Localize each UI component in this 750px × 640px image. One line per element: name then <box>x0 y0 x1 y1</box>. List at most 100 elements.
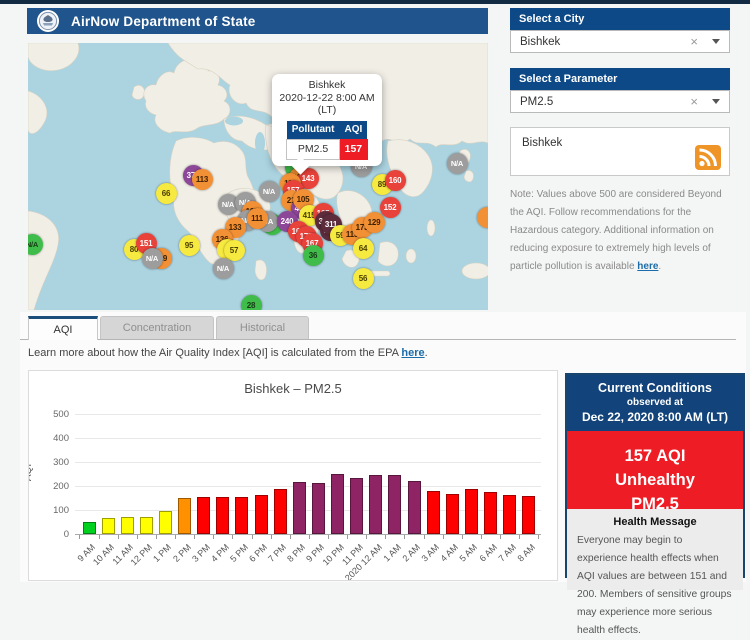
axis-tick <box>175 535 176 539</box>
axis-tick <box>462 535 463 539</box>
chart-bar-8-AM[interactable] <box>522 496 535 534</box>
chart-bar-6-PM[interactable] <box>255 495 268 534</box>
chart-bar-8-PM[interactable] <box>293 482 306 534</box>
tab-concentration[interactable]: Concentration <box>100 316 214 339</box>
axis-tick <box>271 535 272 539</box>
conditions-title: Current Conditions <box>569 381 741 395</box>
gridline <box>75 414 541 415</box>
aqi-marker-NA[interactable]: N/A <box>447 153 468 174</box>
select-city-header: Select a City <box>510 8 730 30</box>
chart-bar-Dec-22-2020-12-AM[interactable] <box>369 475 382 534</box>
chart-bar-2-PM[interactable] <box>178 498 191 534</box>
tab-aqi[interactable]: AQI <box>28 316 98 340</box>
chart-bar-3-AM[interactable] <box>427 491 440 534</box>
axis-tick <box>118 535 119 539</box>
aqi-marker-152[interactable]: 152 <box>380 197 401 218</box>
feed-box: Bishkek <box>510 127 730 176</box>
aqi-marker-95[interactable]: 95 <box>179 235 200 256</box>
conditions-header: Current Conditions observed at Dec 22, 2… <box>567 375 743 431</box>
parameter-select-value: PM2.5 <box>520 96 690 108</box>
rss-icon[interactable] <box>695 145 721 170</box>
chart-container: Bishkek – PM2.5 AQI 01002003004005009 AM… <box>28 370 558 581</box>
chart-bar-5-AM[interactable] <box>465 489 478 534</box>
popup-datetime: 2020-12-22 8:00 AM <box>274 92 380 105</box>
chart-bar-10-AM[interactable] <box>102 518 115 534</box>
axis-tick <box>290 535 291 539</box>
city-select-value: Bishkek <box>520 36 690 48</box>
health-message-text: Everyone may begin to experience health … <box>567 528 743 640</box>
chart-bar-7-PM[interactable] <box>274 489 287 534</box>
chart-bar-2-AM[interactable] <box>408 481 421 534</box>
chart-bar-6-AM[interactable] <box>484 492 497 534</box>
chart-bar-12-PM[interactable] <box>140 517 153 534</box>
chart-bar-1-AM[interactable] <box>388 475 401 534</box>
aqi-marker-160[interactable]: 160 <box>385 170 406 191</box>
y-tick-label: 400 <box>41 433 69 444</box>
conditions-aqi-block: 157 AQI Unhealthy PM2.5 <box>567 431 743 509</box>
axis-tick <box>404 535 405 539</box>
chart-bar-5-PM[interactable] <box>235 497 248 534</box>
note-here-link[interactable]: here <box>637 261 658 272</box>
aqi-marker-56[interactable]: 56 <box>353 268 374 289</box>
city-clear-icon[interactable]: × <box>690 34 698 49</box>
aqi-marker-28[interactable]: 28 <box>241 295 262 311</box>
axis-tick <box>443 535 444 539</box>
popup-pollutant-header: Pollutant <box>287 121 340 140</box>
popup-timezone: (LT) <box>274 104 380 117</box>
axis-tick <box>366 535 367 539</box>
popup-aqi-header: AQI <box>340 121 368 140</box>
y-tick-label: 0 <box>41 529 69 540</box>
chart-bar-10-PM[interactable] <box>331 474 344 534</box>
learn-more-here-link[interactable]: here <box>401 347 424 359</box>
aqi-marker-NA[interactable]: N/A <box>259 181 280 202</box>
chart-bar-11-AM[interactable] <box>121 517 134 534</box>
parameter-chevron-down-icon[interactable] <box>712 99 720 104</box>
aqi-marker-NA[interactable]: N/A <box>142 248 163 269</box>
aqi-marker-113[interactable]: 113 <box>192 169 213 190</box>
axis-tick <box>252 535 253 539</box>
axis-tick <box>79 535 80 539</box>
parameter-clear-icon[interactable]: × <box>690 94 698 109</box>
chart-bar-7-AM[interactable] <box>503 495 516 534</box>
axis-tick <box>424 535 425 539</box>
axis-tick <box>538 535 539 539</box>
chart-bar-9-AM[interactable] <box>83 522 96 534</box>
chart-bar-3-PM[interactable] <box>197 497 210 534</box>
gridline <box>75 462 541 463</box>
aqi-marker[interactable] <box>477 207 489 228</box>
chart-bar-11-PM[interactable] <box>350 478 363 534</box>
chart-bar-1-PM[interactable] <box>159 511 172 534</box>
axis-tick <box>232 535 233 539</box>
y-tick-label: 100 <box>41 505 69 516</box>
axis-tick <box>137 535 138 539</box>
axis-tick <box>481 535 482 539</box>
learn-more-text: Learn more about how the Air Quality Ind… <box>28 347 428 359</box>
axis-tick <box>194 535 195 539</box>
y-tick-label: 300 <box>41 457 69 468</box>
chart-bar-4-AM[interactable] <box>446 494 459 534</box>
chart-bar-9-PM[interactable] <box>312 483 325 534</box>
aqi-marker-57[interactable]: 57 <box>224 240 245 261</box>
axis-tick <box>347 535 348 539</box>
aqi-marker-111[interactable]: 111 <box>247 208 268 229</box>
parameter-select[interactable]: PM2.5 × <box>510 90 730 113</box>
chart-bar-4-PM[interactable] <box>216 497 229 534</box>
conditions-datetime: Dec 22, 2020 8:00 AM (LT) <box>569 410 741 424</box>
axis-tick <box>500 535 501 539</box>
aqi-marker-NA[interactable]: N/A <box>28 234 43 255</box>
map-canvas[interactable]: N/A66371113N/AN/A127N/AN/A11113313657N/A… <box>28 43 488 310</box>
tab-historical[interactable]: Historical <box>216 316 309 339</box>
aqi-marker-64[interactable]: 64 <box>353 238 374 259</box>
app-header: AirNow Department of State <box>27 8 488 34</box>
aqi-marker-66[interactable]: 66 <box>156 183 177 204</box>
aqi-marker-129[interactable]: 129 <box>364 212 385 233</box>
health-message-block: Health Message Everyone may begin to exp… <box>567 509 743 590</box>
aqi-marker-NA[interactable]: N/A <box>213 258 234 279</box>
aqi-marker-36[interactable]: 36 <box>303 245 324 266</box>
y-tick-label: 500 <box>41 409 69 420</box>
axis-tick <box>385 535 386 539</box>
tab-bar: AQI Concentration Historical <box>28 316 309 340</box>
feed-city-label: Bishkek <box>522 137 562 149</box>
city-chevron-down-icon[interactable] <box>712 39 720 44</box>
city-select[interactable]: Bishkek × <box>510 30 730 53</box>
